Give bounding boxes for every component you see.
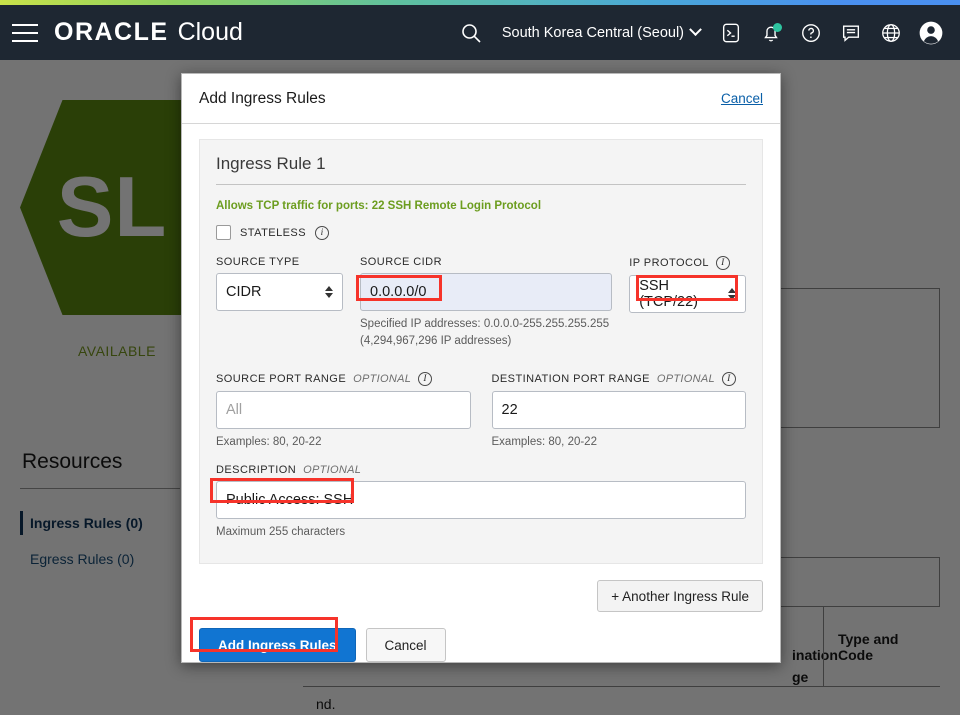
info-icon[interactable]: i bbox=[721, 371, 736, 386]
stateless-checkbox[interactable] bbox=[216, 225, 231, 240]
dialog-footer: + Another Ingress Rule Add Ingress Rules… bbox=[182, 569, 780, 662]
notifications-bell-icon[interactable] bbox=[752, 14, 790, 52]
destination-port-range-input[interactable]: 22 bbox=[491, 390, 746, 429]
source-cidr-hint: Specified IP addresses: 0.0.0.0-255.255.… bbox=[360, 316, 612, 351]
source-type-value: CIDR bbox=[226, 284, 262, 300]
ingress-rule-heading: Ingress Rule 1 bbox=[216, 154, 746, 185]
help-question-icon[interactable] bbox=[792, 14, 830, 52]
dialog-body: Ingress Rule 1 Allows TCP traffic for po… bbox=[182, 124, 780, 569]
language-globe-icon[interactable] bbox=[872, 14, 910, 52]
ip-protocol-label-text: IP PROTOCOL bbox=[629, 257, 709, 269]
region-label: South Korea Central (Seoul) bbox=[501, 24, 684, 41]
hamburger-icon[interactable] bbox=[12, 23, 38, 42]
stateless-row: STATELESS i bbox=[216, 225, 746, 240]
select-stepper-icon bbox=[325, 286, 334, 298]
allows-traffic-note: Allows TCP traffic for ports: 22 SSH Rem… bbox=[216, 200, 542, 212]
another-rule-row: + Another Ingress Rule bbox=[199, 569, 763, 612]
user-avatar-icon[interactable] bbox=[912, 14, 950, 52]
ip-protocol-label: IP PROTOCOL i bbox=[629, 256, 746, 270]
source-type-label: SOURCE TYPE bbox=[216, 256, 300, 268]
info-icon[interactable]: i bbox=[715, 256, 730, 270]
info-icon[interactable]: i bbox=[418, 371, 433, 386]
stateless-label: STATELESS bbox=[240, 226, 306, 239]
description-label: DESCRIPTION OPTIONAL bbox=[216, 464, 746, 476]
destination-port-range-label: DESTINATION PORT RANGE OPTIONAL i bbox=[491, 371, 747, 386]
oracle-cloud-logo[interactable]: ORACLE Cloud bbox=[54, 18, 243, 47]
dialog-header: Add Ingress Rules Cancel bbox=[182, 74, 780, 124]
description-value: Public Access: SSH bbox=[226, 491, 354, 508]
source-cidr-input[interactable]: 0.0.0.0/0 bbox=[360, 273, 613, 311]
source-port-range-hint: Examples: 80, 20-22 bbox=[216, 435, 322, 448]
cancel-button[interactable]: Cancel bbox=[365, 628, 446, 662]
optional-tag: OPTIONAL bbox=[303, 463, 362, 476]
ip-protocol-value: SSH (TCP/22) bbox=[639, 278, 699, 310]
info-icon[interactable]: i bbox=[315, 225, 329, 240]
header-actions: South Korea Central (Seoul) bbox=[452, 14, 960, 52]
port-range-row: SOURCE PORT RANGE OPTIONAL i All Example… bbox=[216, 371, 747, 451]
destination-port-range-label-text: DESTINATION PORT RANGE bbox=[491, 372, 650, 385]
brand-cloud-text: Cloud bbox=[177, 18, 243, 46]
description-input[interactable]: Public Access: SSH bbox=[216, 480, 746, 519]
add-ingress-rules-button[interactable]: Add Ingress Rules bbox=[199, 628, 356, 662]
description-field: DESCRIPTION OPTIONAL Public Access: SSH … bbox=[216, 464, 746, 541]
region-selector[interactable]: South Korea Central (Seoul) bbox=[492, 23, 710, 41]
source-cidr-hint-line1: Specified IP addresses: 0.0.0.0-255.255.… bbox=[360, 318, 610, 330]
source-port-range-placeholder: All bbox=[226, 401, 243, 418]
rule-fields-row: SOURCE TYPE CIDR SOURCE CIDR 0.0.0.0/0 S… bbox=[216, 256, 746, 351]
dialog-actions: Add Ingress Rules Cancel bbox=[199, 612, 763, 662]
description-label-text: DESCRIPTION bbox=[216, 463, 297, 476]
brand-gradient-strip bbox=[0, 0, 960, 5]
dialog-cancel-link[interactable]: Cancel bbox=[721, 91, 763, 106]
source-port-range-field: SOURCE PORT RANGE OPTIONAL i All Example… bbox=[216, 371, 471, 451]
dialog-title: Add Ingress Rules bbox=[199, 89, 326, 107]
select-stepper-icon bbox=[728, 288, 736, 300]
source-cidr-value: 0.0.0.0/0 bbox=[370, 284, 427, 300]
search-icon[interactable] bbox=[452, 14, 490, 52]
destination-port-range-hint: Examples: 80, 20-22 bbox=[491, 435, 597, 448]
notification-badge bbox=[773, 22, 782, 32]
source-cidr-hint-line2: (4,294,967,296 IP addresses) bbox=[360, 335, 512, 348]
feedback-chat-icon[interactable] bbox=[832, 14, 870, 52]
source-type-field: SOURCE TYPE CIDR bbox=[216, 256, 344, 351]
cloud-shell-icon[interactable] bbox=[712, 14, 750, 52]
ip-protocol-field: IP PROTOCOL i SSH (TCP/22) bbox=[629, 256, 746, 351]
destination-port-range-field: DESTINATION PORT RANGE OPTIONAL i 22 Exa… bbox=[491, 371, 747, 451]
add-another-ingress-rule-button[interactable]: + Another Ingress Rule bbox=[597, 580, 763, 612]
source-port-range-label-text: SOURCE PORT RANGE bbox=[216, 372, 347, 385]
source-cidr-label: SOURCE CIDR bbox=[360, 256, 442, 268]
global-header: ORACLE Cloud South Korea Central (Seoul) bbox=[0, 5, 960, 60]
brand-oracle-text: ORACLE bbox=[54, 18, 169, 46]
source-cidr-field: SOURCE CIDR 0.0.0.0/0 Specified IP addre… bbox=[360, 256, 613, 351]
chevron-down-icon bbox=[689, 23, 702, 37]
ip-protocol-select[interactable]: SSH (TCP/22) bbox=[629, 275, 746, 313]
destination-port-range-value: 22 bbox=[501, 401, 518, 418]
description-hint: Maximum 255 characters bbox=[216, 525, 346, 538]
optional-tag: OPTIONAL bbox=[656, 372, 715, 385]
add-ingress-rules-dialog: Add Ingress Rules Cancel Ingress Rule 1 … bbox=[181, 73, 781, 663]
source-port-range-label: SOURCE PORT RANGE OPTIONAL i bbox=[216, 371, 471, 386]
source-port-range-input[interactable]: All bbox=[216, 390, 471, 429]
ingress-rule-panel: Ingress Rule 1 Allows TCP traffic for po… bbox=[199, 139, 763, 564]
source-type-select[interactable]: CIDR bbox=[216, 273, 344, 311]
optional-tag: OPTIONAL bbox=[353, 372, 412, 385]
